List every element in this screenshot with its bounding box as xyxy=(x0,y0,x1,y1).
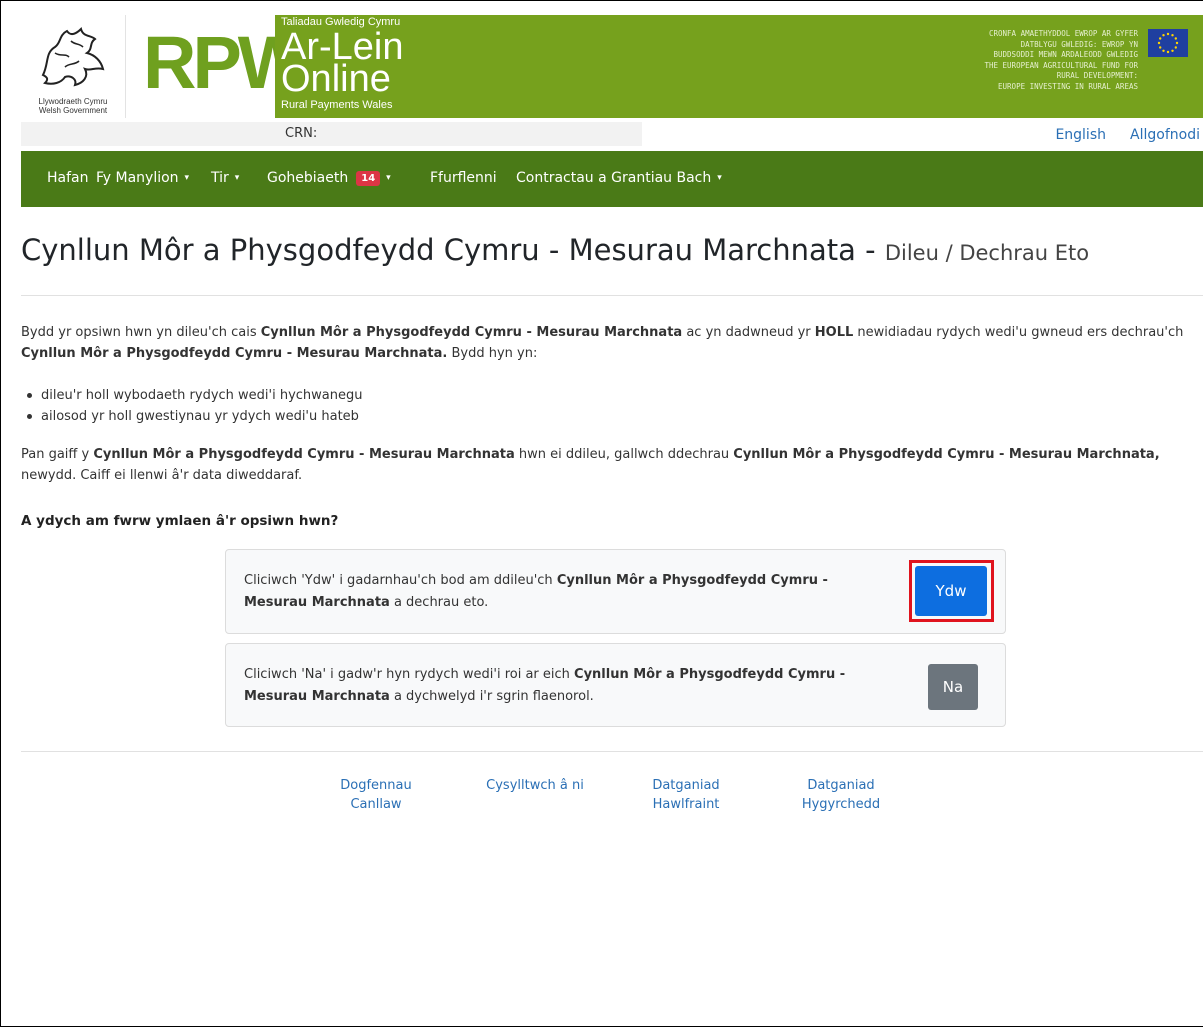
footer-link-line: Datganiad xyxy=(807,778,875,793)
scheme-name: Cynllun Môr a Physgodfeydd Cymru - Mesur… xyxy=(733,447,1160,462)
footer-link-line: Canllaw xyxy=(350,797,402,812)
nav-item-gohebiaeth[interactable]: Gohebiaeth 14 ▾ xyxy=(267,170,391,186)
list-item: dileu'r holl wybodaeth rydych wedi'i hyc… xyxy=(21,385,363,406)
footer-link-guidance[interactable]: Dogfennau Canllaw xyxy=(331,776,421,814)
footer-link-line: Hawlfraint xyxy=(652,797,720,812)
divider xyxy=(21,295,1203,296)
dragon-icon xyxy=(41,27,105,87)
rpw-logo[interactable]: RPW xyxy=(139,15,308,118)
caret-down-icon: ▾ xyxy=(717,173,722,183)
nav-item-label: Ffurflenni xyxy=(430,170,497,186)
emphasis-text: HOLL xyxy=(814,325,854,340)
divider xyxy=(21,751,1203,752)
banner-title-english: Online xyxy=(281,58,391,100)
after-delete-paragraph: Pan gaiff y Cynllun Môr a Physgodfeydd C… xyxy=(21,444,1196,486)
nav-item-fy-manylion[interactable]: Fy Manylion ▾ xyxy=(96,170,189,186)
banner-subtitle: Rural Payments Wales xyxy=(281,99,393,111)
footer-link-line: Cysylltwch â ni xyxy=(486,778,584,793)
scheme-name: Cynllun Môr a Physgodfeydd Cymru - Mesur… xyxy=(260,325,683,340)
no-button[interactable]: Na xyxy=(928,664,978,710)
scheme-name: Cynllun Môr a Physgodfeydd Cymru - Mesur… xyxy=(93,447,515,462)
confirm-delete-card: Cliciwch 'Ydw' i gadarnhau'ch bod am ddi… xyxy=(225,549,1006,634)
language-link[interactable]: English xyxy=(1055,127,1106,143)
body-text: Pan gaiff y xyxy=(21,447,94,462)
eu-funding-line: THE EUROPEAN AGRICULTURAL FUND FOR xyxy=(984,60,1138,70)
nav-item-label: Hafan xyxy=(47,170,89,186)
eu-funding-line: RURAL DEVELOPMENT: xyxy=(1056,71,1138,80)
caret-down-icon: ▾ xyxy=(386,173,391,183)
nav-item-label: Tir xyxy=(211,170,229,186)
cancel-card: Cliciwch 'Na' i gadw'r hyn rydych wedi'i… xyxy=(225,643,1006,727)
footer-link-copyright[interactable]: Datganiad Hawlfraint xyxy=(646,776,726,814)
cancel-text: Cliciwch 'Na' i gadw'r hyn rydych wedi'i… xyxy=(244,664,884,708)
page-title-subtitle: Dileu / Dechrau Eto xyxy=(884,241,1090,265)
crn-label: CRN: xyxy=(285,126,318,141)
account-bar: CRN: English Allgofnodi xyxy=(21,119,1203,149)
page-title: Cynllun Môr a Physgodfeydd Cymru - Mesur… xyxy=(21,233,1089,267)
footer-link-line: Dogfennau xyxy=(340,778,412,793)
card-text: Cliciwch 'Ydw' i gadarnhau'ch bod am ddi… xyxy=(244,573,557,588)
unread-count-badge: 14 xyxy=(356,171,381,186)
eu-funding-line: CRONFA AMAETHYDDOL EWROP AR GYFER xyxy=(988,29,1138,38)
nav-item-label: Gohebiaeth xyxy=(267,170,349,186)
footer-link-contact[interactable]: Cysylltwch â ni xyxy=(479,776,591,795)
body-text: hwn ei ddileu, gallwch ddechrau xyxy=(514,447,734,462)
nav-item-hafan[interactable]: Hafan xyxy=(47,170,89,186)
confirm-delete-text: Cliciwch 'Ydw' i gadarnhau'ch bod am ddi… xyxy=(244,570,884,614)
intro-text: newidiadau rydych wedi'u gwneud ers dech… xyxy=(853,325,1184,340)
eu-funding-line: EUROPE INVESTING IN RURAL AREAS xyxy=(998,81,1138,91)
nav-item-ffurflenni[interactable]: Ffurflenni xyxy=(430,170,497,186)
body-text: newydd. Caiff ei llenwi â'r data diwedda… xyxy=(21,468,303,483)
card-text: a dechrau eto. xyxy=(389,595,489,610)
gov-logo-welsh-text: Llywodraeth Cymru xyxy=(38,97,108,106)
nav-item-contractau[interactable]: Contractau a Grantiau Bach ▾ xyxy=(516,170,722,186)
intro-text: Bydd yr opsiwn hwn yn dileu'ch cais xyxy=(21,325,261,340)
card-text: Cliciwch 'Na' i gadw'r hyn rydych wedi'i… xyxy=(244,667,575,682)
eu-funding-text: CRONFA AMAETHYDDOL EWROP AR GYFER DATBLY… xyxy=(838,29,1138,92)
page-frame: Llywodraeth Cymru Welsh Government RPW T… xyxy=(0,0,1203,1027)
page-title-main: Cynllun Môr a Physgodfeydd Cymru - Mesur… xyxy=(21,233,885,267)
header-banner: Taliadau Gwledig Cymru Ar-Lein Online Ru… xyxy=(275,15,1203,118)
welsh-government-logo[interactable]: Llywodraeth Cymru Welsh Government xyxy=(21,15,126,118)
intro-paragraph: Bydd yr opsiwn hwn yn dileu'ch cais Cynl… xyxy=(21,322,1196,364)
yes-button[interactable]: Ydw xyxy=(915,566,987,616)
eu-funding-line: BUDDSODDI MEWN ARDALEODD GWLEDIG xyxy=(993,50,1139,59)
logout-link[interactable]: Allgofnodi xyxy=(1130,127,1200,143)
footer-link-accessibility[interactable]: Datganiad Hygyrchedd xyxy=(791,776,891,814)
footer-link-line: Hygyrchedd xyxy=(801,797,881,812)
main-nav: Hafan Fy Manylion ▾ Tir ▾ Gohebiaeth 14 ▾ Ff… xyxy=(21,151,1203,207)
eu-flag-icon xyxy=(1148,29,1188,57)
caret-down-icon: ▾ xyxy=(234,173,240,183)
nav-item-label: Fy Manylion xyxy=(96,170,179,186)
confirmation-question: A ydych am fwrw ymlaen â'r opsiwn hwn? xyxy=(21,513,339,529)
eu-funding-line: DATBLYGU GWLEDIG: EWROP YN xyxy=(1020,39,1138,49)
consequences-list: dileu'r holl wybodaeth rydych wedi'i hyc… xyxy=(21,385,363,427)
intro-text: ac yn dadwneud yr xyxy=(682,325,815,340)
list-item: ailosod yr holl gwestiynau yr ydych wedi… xyxy=(21,406,363,427)
footer-link-line: Datganiad xyxy=(652,778,720,793)
caret-down-icon: ▾ xyxy=(184,173,190,183)
gov-logo-english-text: Welsh Government xyxy=(38,106,108,115)
nav-item-label: Contractau a Grantiau Bach xyxy=(516,170,712,186)
scheme-name: Cynllun Môr a Physgodfeydd Cymru - Mesur… xyxy=(21,346,448,361)
nav-item-tir[interactable]: Tir ▾ xyxy=(211,170,239,186)
card-text: a dychwelyd i'r sgrin flaenorol. xyxy=(389,689,594,704)
intro-text: Bydd hyn yn: xyxy=(447,346,538,361)
site-header: Llywodraeth Cymru Welsh Government RPW T… xyxy=(21,15,1203,118)
crn-display: CRN: xyxy=(21,122,642,146)
